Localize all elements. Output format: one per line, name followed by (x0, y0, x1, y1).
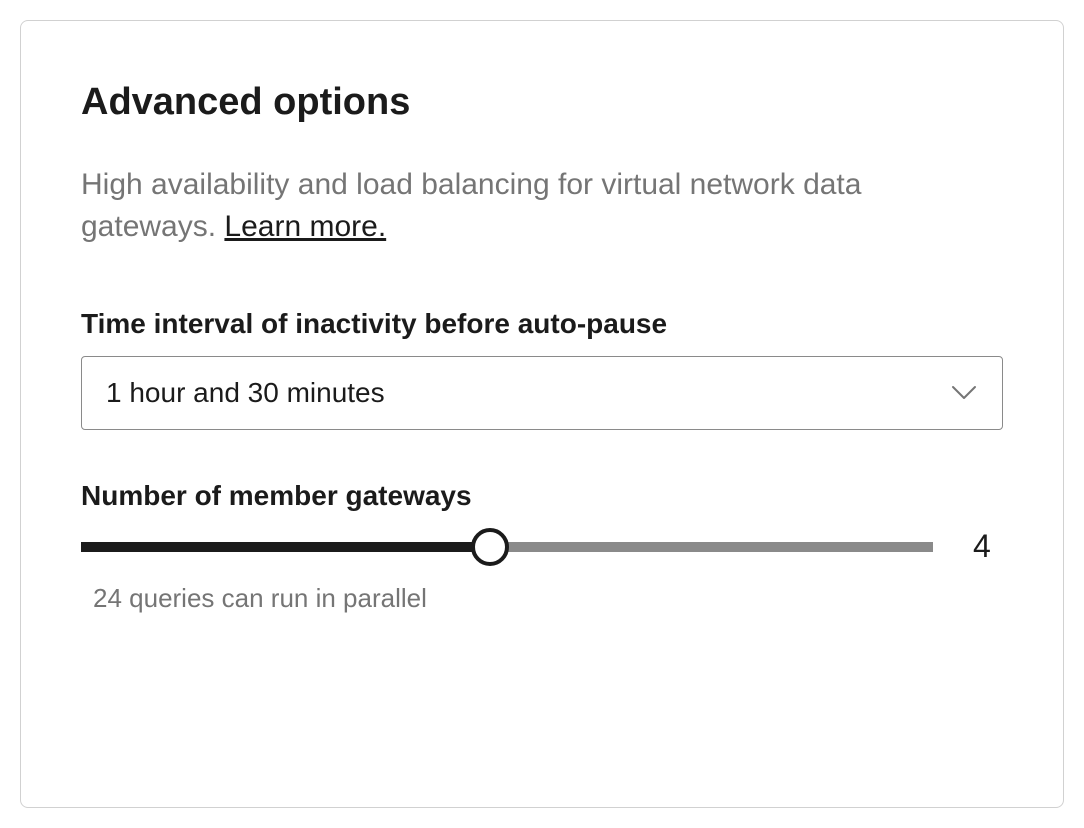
learn-more-link[interactable]: Learn more. (224, 210, 386, 243)
description-text: High availability and load balancing for… (81, 168, 861, 243)
member-gateways-value: 4 (973, 528, 1003, 565)
member-gateways-field: Number of member gateways 4 24 queries c… (81, 480, 1003, 614)
time-interval-dropdown[interactable]: 1 hour and 30 minutes (81, 356, 1003, 430)
panel-description: High availability and load balancing for… (81, 164, 1003, 248)
member-gateways-help-text: 24 queries can run in parallel (93, 583, 1003, 614)
member-gateways-label: Number of member gateways (81, 480, 1003, 512)
panel-title: Advanced options (81, 81, 1003, 124)
slider-fill (81, 542, 490, 552)
member-gateways-slider-row: 4 (81, 528, 1003, 565)
time-interval-label: Time interval of inactivity before auto-… (81, 308, 1003, 340)
advanced-options-panel: Advanced options High availability and l… (20, 20, 1064, 808)
chevron-down-icon (950, 379, 978, 407)
member-gateways-slider[interactable] (81, 542, 933, 552)
slider-thumb[interactable] (471, 528, 509, 566)
time-interval-field: Time interval of inactivity before auto-… (81, 308, 1003, 430)
time-interval-selected-value: 1 hour and 30 minutes (106, 377, 950, 409)
